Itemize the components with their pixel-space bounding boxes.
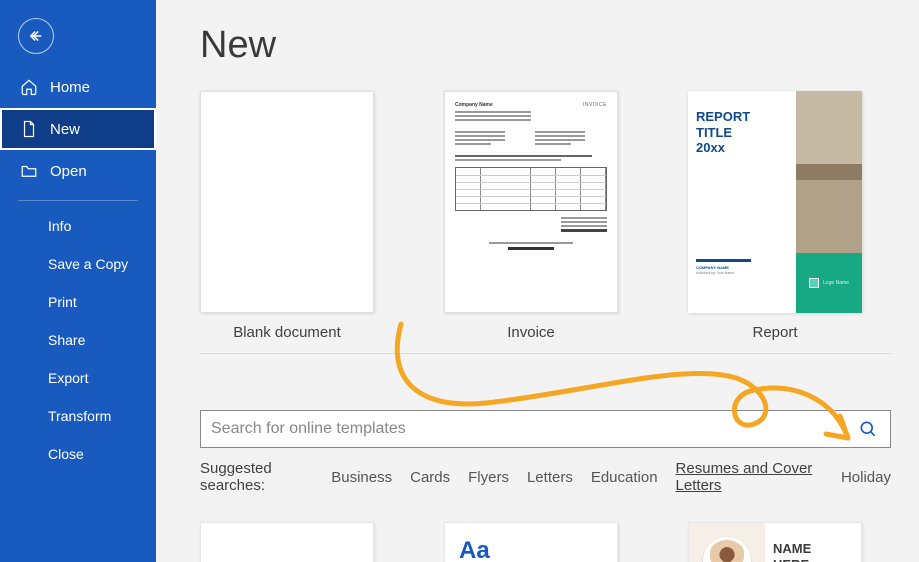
search-button[interactable] xyxy=(846,411,890,447)
suggest-link-letters[interactable]: Letters xyxy=(527,469,573,486)
nav-item-new[interactable]: New xyxy=(0,108,156,150)
nav-item-open[interactable]: Open xyxy=(0,150,156,192)
home-icon xyxy=(20,78,38,96)
templates-row-results: Aa NAME HERE xyxy=(200,522,891,562)
nav-label: Home xyxy=(50,79,90,96)
search-icon xyxy=(858,419,878,439)
template-thumb xyxy=(200,91,374,313)
nav-sub-info[interactable]: Info xyxy=(0,207,156,245)
main-panel: New Blank document Company Name INVOICE xyxy=(156,0,919,562)
back-button[interactable] xyxy=(18,18,54,54)
folder-icon xyxy=(20,162,38,180)
template-label: Invoice xyxy=(507,324,555,341)
annotation-arrow xyxy=(356,318,896,478)
template-search-bar xyxy=(200,410,891,448)
invoice-company: Company Name xyxy=(455,102,493,108)
invoice-doclabel: INVOICE xyxy=(583,102,607,108)
suggested-label: Suggested searches: xyxy=(200,460,311,494)
styles-sample: Aa xyxy=(445,523,617,562)
suggest-link-holiday[interactable]: Holiday xyxy=(841,469,891,486)
template-card[interactable] xyxy=(200,522,374,562)
nav-sub-export[interactable]: Export xyxy=(0,359,156,397)
nav-sub-print[interactable]: Print xyxy=(0,283,156,321)
section-divider xyxy=(200,353,891,354)
nav-sub-transform[interactable]: Transform xyxy=(0,397,156,435)
report-title-line2: 20xx xyxy=(696,140,725,155)
report-logo-text: Logo Name xyxy=(823,280,849,286)
report-author: Authored by: Your Name xyxy=(696,271,788,275)
backstage-sidebar: Home New Open Info Save a Copy Print Sha… xyxy=(0,0,156,562)
nav-item-home[interactable]: Home xyxy=(0,66,156,108)
template-label: Report xyxy=(752,324,797,341)
templates-row-featured: Blank document Company Name INVOICE xyxy=(200,91,891,341)
page-title: New xyxy=(200,24,891,67)
suggest-link-cards[interactable]: Cards xyxy=(410,469,450,486)
suggest-link-business[interactable]: Business xyxy=(331,469,392,486)
suggest-link-education[interactable]: Education xyxy=(591,469,658,486)
suggested-searches: Suggested searches: Business Cards Flyer… xyxy=(200,460,891,494)
template-report[interactable]: REPORT TITLE 20xx COMPANY NAME Authored … xyxy=(688,91,862,341)
template-card-styles[interactable]: Aa xyxy=(444,522,618,562)
template-thumb: Company Name INVOICE xyxy=(444,91,618,313)
template-invoice[interactable]: Company Name INVOICE xyxy=(444,91,618,341)
template-blank-document[interactable]: Blank document xyxy=(200,91,374,341)
report-title-line1: REPORT TITLE xyxy=(696,109,750,140)
nav-sub-share[interactable]: Share xyxy=(0,321,156,359)
arrow-left-icon xyxy=(27,27,45,45)
resume-name-line2: HERE xyxy=(773,557,809,562)
resume-name-line1: NAME xyxy=(773,541,811,556)
nav-sub-close[interactable]: Close xyxy=(0,435,156,473)
nav-label: New xyxy=(50,121,80,138)
nav-sub-save-copy[interactable]: Save a Copy xyxy=(0,245,156,283)
suggest-link-flyers[interactable]: Flyers xyxy=(468,469,509,486)
avatar xyxy=(703,537,751,562)
nav-label: Open xyxy=(50,163,87,180)
report-company: COMPANY NAME xyxy=(696,265,788,270)
logo-icon xyxy=(809,278,819,288)
template-card-resume[interactable]: NAME HERE xyxy=(688,522,862,562)
sidebar-divider xyxy=(18,200,138,201)
template-label: Blank document xyxy=(233,324,341,341)
file-icon xyxy=(20,120,38,138)
search-input[interactable] xyxy=(201,411,846,447)
suggest-link-resumes[interactable]: Resumes and Cover Letters xyxy=(676,460,823,494)
template-thumb: REPORT TITLE 20xx COMPANY NAME Authored … xyxy=(688,91,862,313)
